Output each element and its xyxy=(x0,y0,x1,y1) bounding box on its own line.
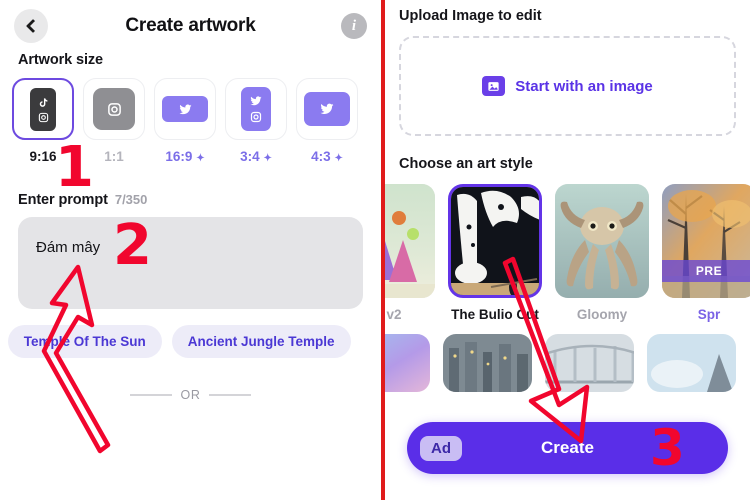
art-thumb-city-night[interactable] xyxy=(443,334,532,392)
prompt-suggestions: Temple Of The Sun Ancient Jungle Temple xyxy=(0,325,381,358)
instagram-camera-icon xyxy=(38,112,48,122)
art-thumb-purple-gradient[interactable] xyxy=(385,334,430,392)
art-label-spr: Spr xyxy=(697,307,721,322)
size-option-16-9[interactable]: 16:9 ✦ xyxy=(154,78,216,164)
annotation-number-2: 2 xyxy=(113,213,152,278)
twitter-bird-icon xyxy=(320,103,334,115)
art-style-card-the-bulio-cut[interactable]: The Bulio Cut xyxy=(448,184,542,322)
info-icon[interactable]: i xyxy=(341,13,367,39)
start-with-image-label: Start with an image xyxy=(515,77,653,95)
art-thumb-octopus xyxy=(555,184,649,298)
image-icon xyxy=(482,76,506,96)
annotation-number-3: 3 xyxy=(650,419,685,477)
annotation-number-1: 1 xyxy=(55,135,94,200)
size-label-3-4: 3:4 ✦ xyxy=(240,149,272,164)
prompt-char-counter: 7/350 xyxy=(114,192,148,207)
or-divider: OR xyxy=(0,388,381,402)
art-label-gloomy: Gloomy xyxy=(576,307,628,322)
size-card-4-3[interactable] xyxy=(296,78,358,140)
art-thumb-bulio-tree xyxy=(448,184,542,298)
art-label-d-v2: d v2 xyxy=(385,307,402,322)
art-thumb-sky-scene[interactable] xyxy=(647,334,736,392)
suggestion-chip-temple-of-the-sun[interactable]: Temple Of The Sun xyxy=(7,325,162,358)
size-card-9-16[interactable] xyxy=(12,78,74,140)
premium-badge: PRE xyxy=(662,260,750,282)
upload-section-title: Upload Image to edit xyxy=(399,8,542,24)
twitter-bird-icon xyxy=(250,96,262,106)
size-label-9-16: 9:16 xyxy=(29,149,57,164)
size-thumb-3-4 xyxy=(241,87,271,131)
art-style-title: Choose an art style xyxy=(399,156,533,172)
or-line-left xyxy=(129,394,172,396)
art-thumb-autumn-forest: PRE xyxy=(662,184,750,298)
create-artwork-panel: Create artwork i Artwork size 9:16 1:1 1… xyxy=(0,0,381,500)
size-label-16-9: 16:9 ✦ xyxy=(165,149,205,164)
art-style-card-spr[interactable]: PRE Spr xyxy=(662,184,750,322)
size-label-4-3: 4:3 ✦ xyxy=(311,149,343,164)
size-thumb-16-9 xyxy=(162,96,208,122)
premium-sparkle-icon: ✦ xyxy=(196,153,205,164)
prompt-input[interactable]: Đám mây xyxy=(18,217,363,309)
size-thumb-4-3 xyxy=(304,92,350,126)
size-option-4-3[interactable]: 4:3 ✦ xyxy=(296,78,358,164)
size-thumb-1-1 xyxy=(93,88,135,130)
art-style-list-row-2[interactable] xyxy=(385,334,736,392)
size-option-3-4[interactable]: 3:4 ✦ xyxy=(225,78,287,164)
app-header: Create artwork i xyxy=(0,0,381,52)
art-style-card-gloomy[interactable]: Gloomy xyxy=(555,184,649,322)
screenshot-root: Create artwork i Artwork size 9:16 1:1 1… xyxy=(0,0,750,500)
art-thumb-bridge-scene[interactable] xyxy=(545,334,634,392)
artwork-size-label: Artwork size xyxy=(18,52,104,68)
size-card-16-9[interactable] xyxy=(154,78,216,140)
page-title: Create artwork xyxy=(125,15,256,36)
tiktok-note-icon xyxy=(39,97,47,107)
art-style-card-d-v2[interactable]: d v2 xyxy=(385,184,435,322)
size-label-1-1: 1:1 xyxy=(104,149,124,164)
twitter-bird-icon xyxy=(179,104,191,114)
instagram-camera-icon xyxy=(250,111,262,123)
create-button-container: Ad Create xyxy=(385,422,750,474)
art-style-panel: Upload Image to edit Start with an image… xyxy=(385,0,750,500)
art-style-list[interactable]: d v2 xyxy=(385,184,750,322)
size-card-3-4[interactable] xyxy=(225,78,287,140)
size-thumb-9-16 xyxy=(30,87,56,131)
art-label-the-bulio-cut: The Bulio Cut xyxy=(451,307,539,322)
or-label: OR xyxy=(180,388,201,402)
size-card-1-1[interactable] xyxy=(83,78,145,140)
instagram-camera-icon xyxy=(107,102,121,116)
art-thumb-coral-splash xyxy=(385,184,435,298)
suggestion-chip-ancient-jungle-temple[interactable]: Ancient Jungle Temple xyxy=(171,325,351,358)
premium-sparkle-icon: ✦ xyxy=(263,153,272,164)
or-line-right xyxy=(209,394,252,396)
image-dropzone[interactable]: Start with an image xyxy=(399,36,736,136)
premium-sparkle-icon: ✦ xyxy=(334,153,343,164)
